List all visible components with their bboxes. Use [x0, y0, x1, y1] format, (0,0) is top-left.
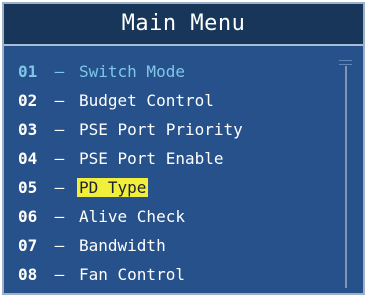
menu-item-pd-type[interactable]: 05 – PD Type — [18, 173, 245, 202]
menu-item-label: Alive Check — [79, 207, 185, 226]
menu-item-bandwidth[interactable]: 07 – Bandwidth — [18, 231, 245, 260]
menu-item-alive-check[interactable]: 06 – Alive Check — [18, 202, 245, 231]
grip-line — [339, 64, 352, 65]
menu-item-separator: – — [54, 149, 65, 168]
menu-item-label: Switch Mode — [79, 62, 185, 81]
menu-item-separator: – — [54, 265, 65, 284]
menu-item-label: PD Type — [77, 178, 149, 197]
menu-item-number: 08 — [18, 265, 38, 284]
menu-item-number: 03 — [18, 120, 38, 139]
menu-item-budget-control[interactable]: 02 – Budget Control — [18, 86, 245, 115]
grip-line — [339, 60, 352, 61]
menu-item-label: Fan Control — [79, 265, 185, 284]
menu-item-label: Bandwidth — [79, 236, 166, 255]
menu-item-fan-control[interactable]: 08 – Fan Control — [18, 260, 245, 289]
menu-item-number: 01 — [18, 62, 38, 81]
menu-item-pse-port-enable[interactable]: 04 – PSE Port Enable — [18, 144, 245, 173]
title-bar: Main Menu — [4, 4, 363, 44]
menu-item-label: PSE Port Priority — [79, 120, 243, 139]
menu-item-pse-port-priority[interactable]: 03 – PSE Port Priority — [18, 115, 245, 144]
menu-item-separator: – — [54, 207, 65, 226]
menu-item-label: PSE Port Enable — [79, 149, 224, 168]
menu-item-number: 02 — [18, 91, 38, 110]
scrollbar-track[interactable] — [345, 66, 347, 288]
menu-list: 01 – Switch Mode 02 – Budget Control 03 … — [18, 57, 245, 289]
menu-item-separator: – — [54, 120, 65, 139]
menu-item-separator: – — [54, 62, 65, 81]
main-menu-window: Main Menu 01 – Switch Mode 02 – Budget C… — [2, 2, 365, 295]
menu-item-separator: – — [54, 236, 65, 255]
menu-item-separator: – — [54, 91, 65, 110]
scrollbar-thumb[interactable] — [339, 60, 352, 68]
menu-item-label: Budget Control — [79, 91, 214, 110]
menu-item-number: 06 — [18, 207, 38, 226]
menu-item-separator: – — [54, 178, 65, 197]
title-divider — [4, 44, 363, 46]
menu-item-switch-mode[interactable]: 01 – Switch Mode — [18, 57, 245, 86]
menu-item-number: 04 — [18, 149, 38, 168]
menu-item-number: 07 — [18, 236, 38, 255]
menu-title: Main Menu — [121, 11, 246, 36]
menu-item-number: 05 — [18, 178, 38, 197]
